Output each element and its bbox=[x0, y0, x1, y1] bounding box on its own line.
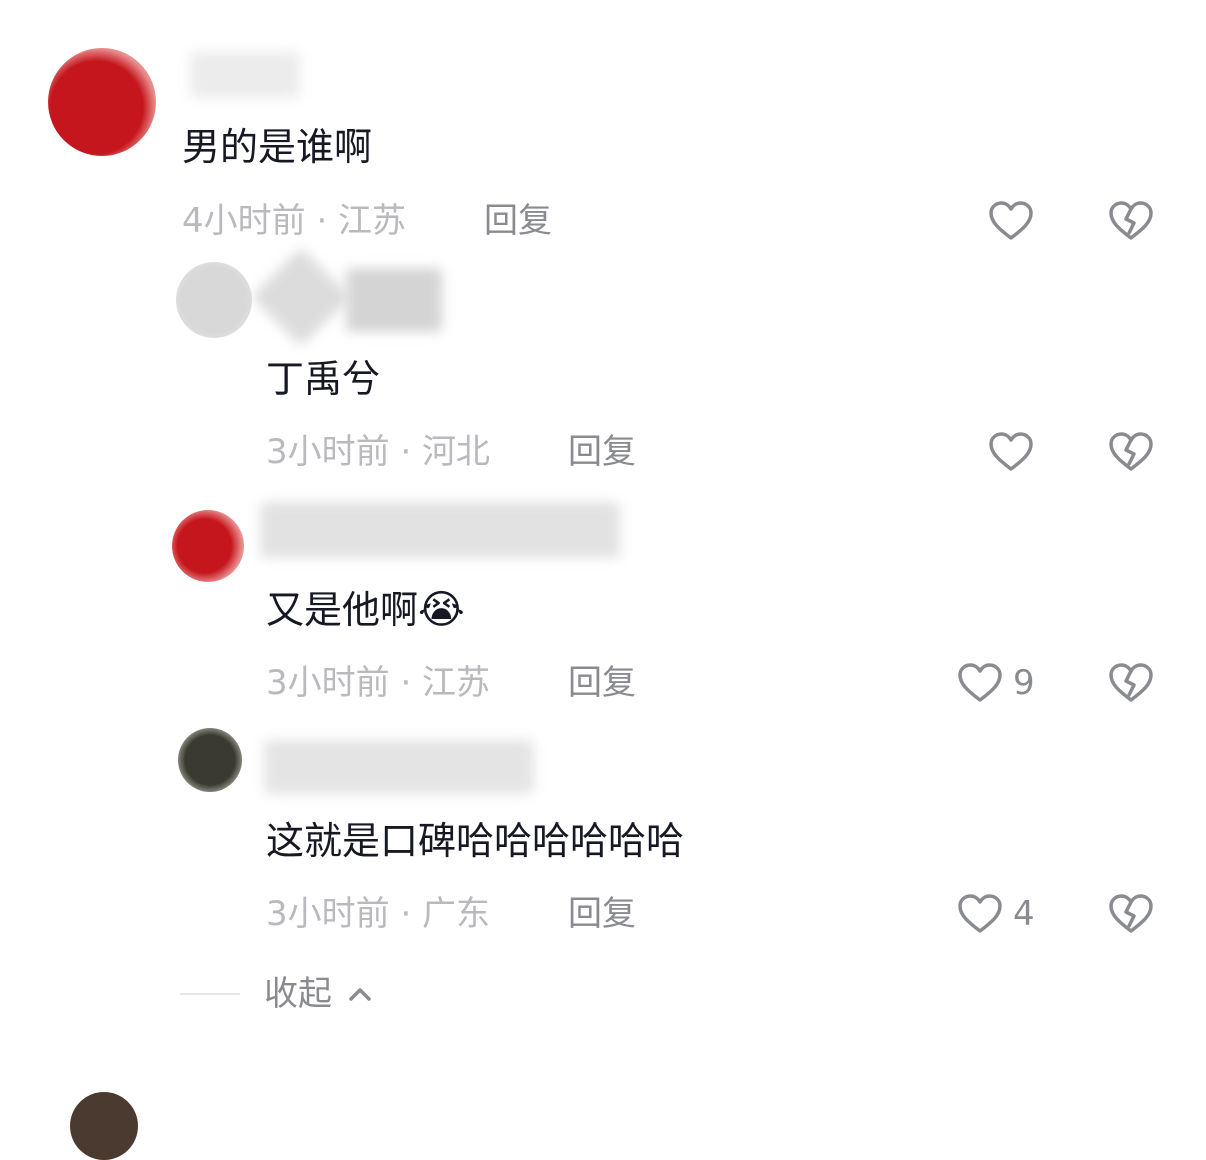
username-redacted[interactable] bbox=[190, 52, 300, 98]
like-count: 9 bbox=[1013, 663, 1035, 703]
like-heart-icon[interactable] bbox=[956, 659, 1004, 707]
reply-button[interactable]: 回复 bbox=[568, 897, 636, 931]
dislike-broken-heart-icon[interactable] bbox=[1107, 659, 1155, 707]
like-heart-icon[interactable] bbox=[987, 197, 1035, 245]
avatar[interactable] bbox=[172, 510, 244, 582]
chevron-up-icon[interactable] bbox=[346, 980, 374, 1008]
reply-button[interactable]: 回复 bbox=[568, 435, 636, 469]
comment-meta: 3小时前 · 江苏 bbox=[266, 663, 491, 703]
username-redacted[interactable] bbox=[260, 502, 620, 558]
comment-text: 这就是口碑哈哈哈哈哈哈 bbox=[266, 819, 685, 863]
comment-meta: 3小时前 · 河北 bbox=[266, 432, 491, 472]
dislike-broken-heart-icon[interactable] bbox=[1107, 890, 1155, 938]
dislike-broken-heart-icon[interactable] bbox=[1107, 428, 1155, 476]
collapse-button[interactable]: 收起 bbox=[264, 977, 332, 1011]
avatar[interactable] bbox=[178, 728, 242, 792]
divider bbox=[180, 993, 240, 995]
reply-button[interactable]: 回复 bbox=[484, 204, 552, 238]
avatar[interactable] bbox=[176, 262, 252, 338]
dislike-broken-heart-icon[interactable] bbox=[1107, 197, 1155, 245]
avatar[interactable] bbox=[48, 48, 156, 156]
comment-meta: 4小时前 · 江苏 bbox=[182, 201, 407, 241]
username-redacted[interactable] bbox=[264, 740, 534, 794]
like-heart-icon[interactable] bbox=[956, 890, 1004, 938]
username-redacted[interactable] bbox=[346, 268, 442, 332]
crying-face-icon: 😭 bbox=[418, 587, 465, 633]
reply-button[interactable]: 回复 bbox=[568, 666, 636, 700]
username-redacted[interactable] bbox=[251, 247, 351, 347]
comment-meta: 3小时前 · 广东 bbox=[266, 894, 491, 934]
avatar[interactable] bbox=[70, 1092, 138, 1160]
comment-text: 又是他啊😭 bbox=[266, 587, 465, 633]
comment-text: 男的是谁啊 bbox=[182, 125, 373, 169]
comment-text: 丁禹兮 bbox=[266, 357, 381, 401]
like-heart-icon[interactable] bbox=[987, 428, 1035, 476]
like-count: 4 bbox=[1013, 894, 1035, 934]
